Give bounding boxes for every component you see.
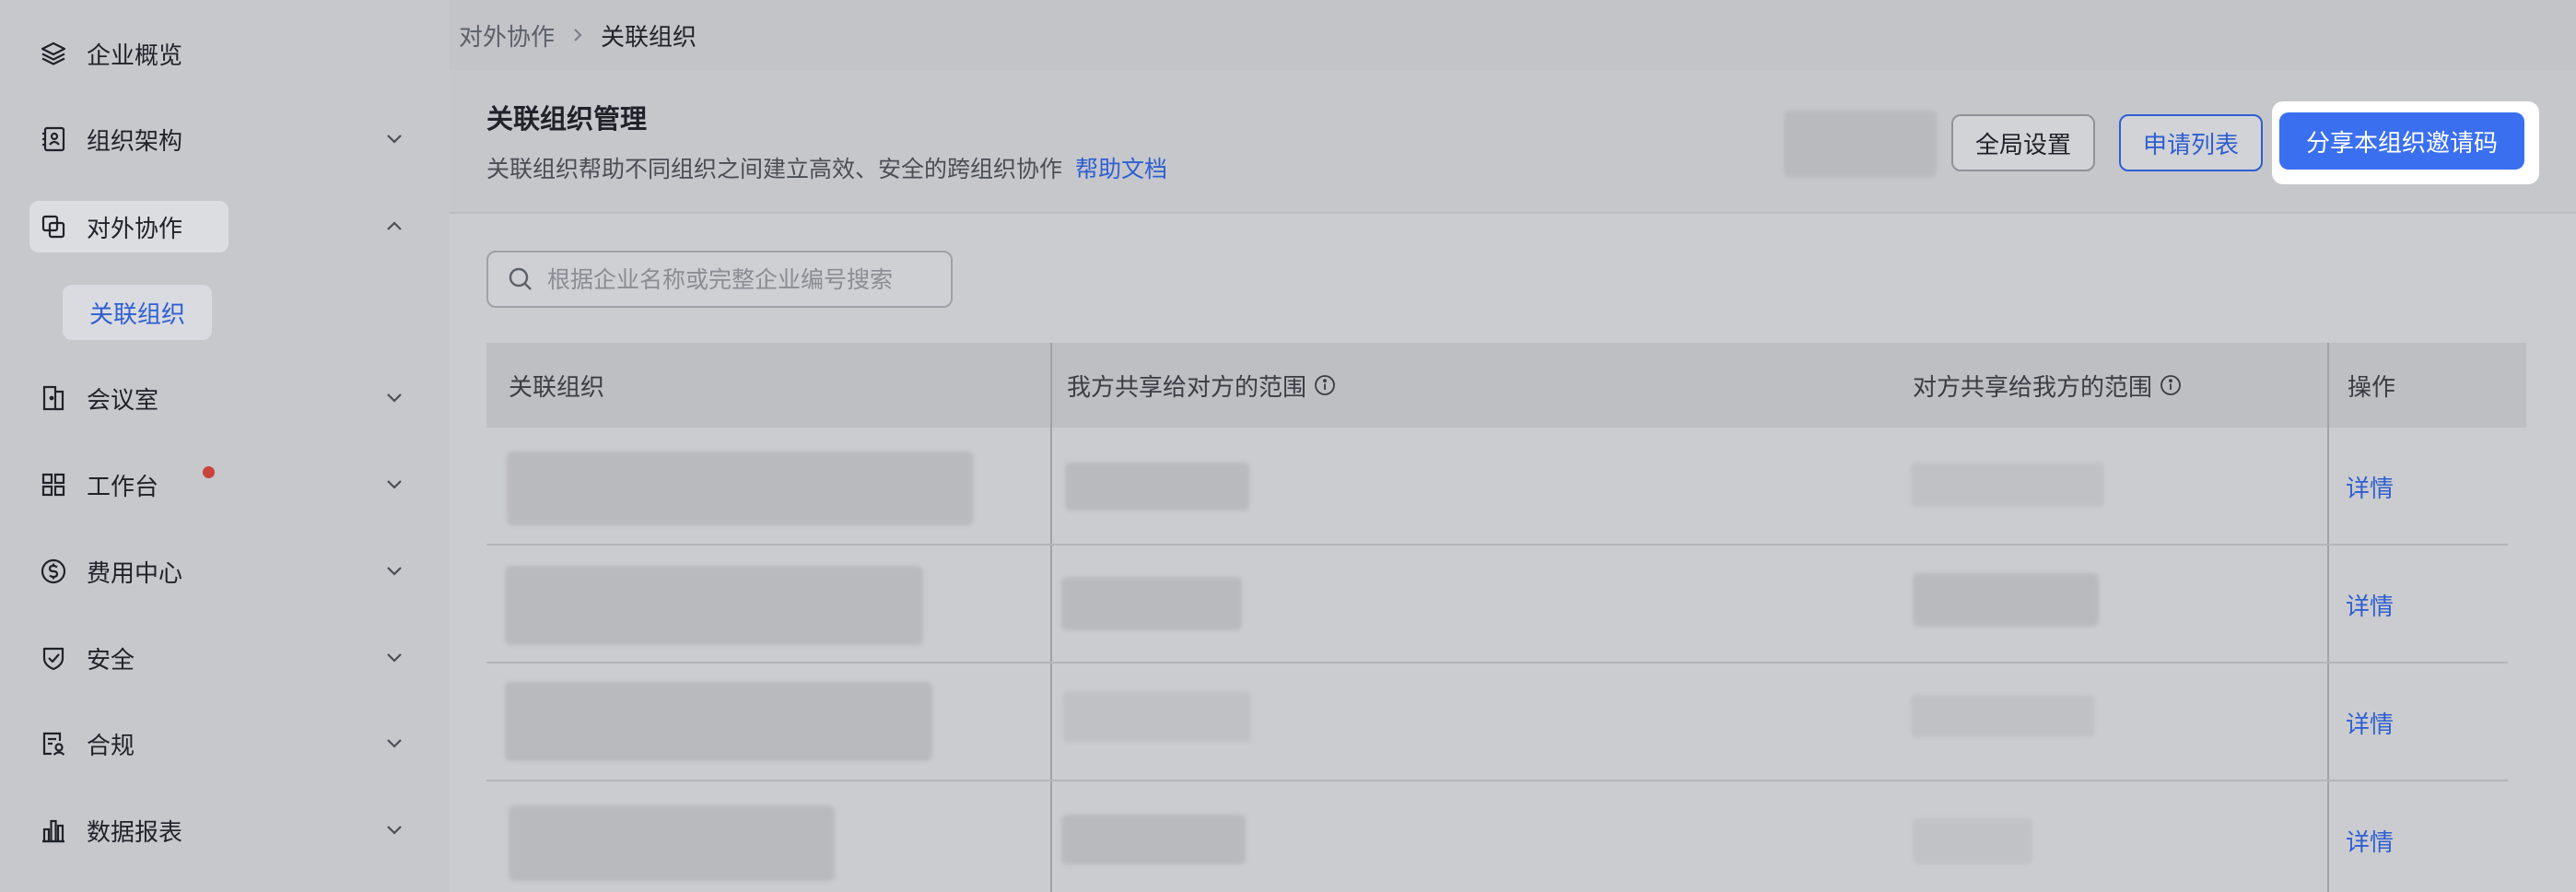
sidebar-subitem-label: 关联组织: [88, 300, 185, 329]
sidebar-item-label: 数据报表: [87, 818, 183, 847]
global-settings-button[interactable]: 全局设置: [1951, 114, 2095, 171]
detail-link[interactable]: 详情: [2346, 588, 2394, 622]
chevron-down-icon: [387, 480, 402, 489]
main-content: 关联组织管理 关联组织帮助不同组织之间建立高效、安全的跨组织协作 帮助文档 全局设…: [450, 70, 2576, 892]
search-icon: [509, 267, 532, 290]
redacted-org-name: [505, 566, 923, 645]
chevron-right-icon: [574, 29, 582, 41]
column-header-their-scope: 对方共享给我方的范围: [1913, 343, 2182, 428]
share-invite-highlight: 分享本组织邀请码: [2272, 101, 2539, 184]
redacted-org-name: [505, 682, 932, 761]
description-text: 关联组织帮助不同组织之间建立高效、安全的跨组织协作: [486, 156, 1063, 182]
redacted-scope: [1061, 577, 1242, 630]
sidebar-item-overview[interactable]: 企业概览: [29, 28, 426, 79]
sidebar-item-compliance[interactable]: 合规: [29, 718, 426, 769]
redacted-scope: [1913, 573, 2099, 627]
sidebar-item-data-reports[interactable]: 数据报表: [29, 804, 426, 856]
column-header-label: 我方共享给对方的范围: [1067, 373, 1307, 402]
apply-list-button[interactable]: 申请列表: [2119, 114, 2263, 171]
sidebar-item-label: 安全: [87, 646, 135, 675]
search-input[interactable]: [547, 265, 934, 293]
table-row: 详情: [486, 663, 2508, 781]
sidebar-item-org-structure[interactable]: 组织架构: [29, 113, 426, 165]
help-docs-link[interactable]: 帮助文档: [1075, 156, 1167, 182]
info-icon[interactable]: [1314, 374, 1336, 396]
layers-icon: [35, 35, 72, 72]
notification-dot: [203, 466, 215, 478]
bar-chart-icon: [35, 812, 72, 849]
chevron-down-icon: [387, 653, 402, 663]
page-header: 关联组织管理 关联组织帮助不同组织之间建立高效、安全的跨组织协作 帮助文档 全局设…: [450, 70, 2576, 214]
chevron-down-icon: [387, 739, 402, 748]
sidebar-item-billing[interactable]: 费用中心: [29, 546, 426, 597]
sidebar-item-security[interactable]: 安全: [29, 632, 426, 684]
sidebar-item-label: 费用中心: [87, 559, 183, 588]
grid-apps-icon: [35, 466, 72, 503]
sidebar-subitem-linked-orgs[interactable]: 关联组织: [63, 285, 212, 340]
table-row: 详情: [486, 781, 2508, 892]
breadcrumb-parent[interactable]: 对外协作: [459, 18, 555, 53]
column-header-our-scope: 我方共享给对方的范围: [1067, 343, 1336, 428]
detail-link[interactable]: 详情: [2346, 470, 2394, 504]
redacted-scope: [1911, 695, 2095, 737]
column-header-label: 关联组织: [509, 373, 605, 402]
sidebar-item-label: 会议室: [87, 386, 159, 415]
sidebar-item-workbench[interactable]: 工作台: [29, 459, 426, 511]
shield-check-icon: [35, 640, 72, 676]
breadcrumb-current: 关联组织: [601, 23, 697, 52]
table-header: 关联组织 我方共享给对方的范围 对方共享给我方的范围 操作: [486, 343, 2526, 428]
redacted-scope: [1913, 818, 2032, 864]
redacted-scope: [1061, 815, 1246, 864]
chevron-down-icon: [387, 826, 402, 835]
search-box[interactable]: [486, 251, 953, 308]
dollar-coin-icon: [35, 553, 72, 590]
collaboration-icon: [35, 208, 72, 245]
breadcrumb: 对外协作 关联组织: [450, 0, 2576, 70]
sidebar-item-external-collab[interactable]: 对外协作: [29, 201, 402, 252]
redacted-block: [1784, 111, 1937, 177]
redacted-scope: [1911, 463, 2104, 507]
sidebar-item-label: 合规: [87, 732, 135, 760]
column-header-actions: 操作: [2348, 343, 2395, 428]
detail-link[interactable]: 详情: [2346, 824, 2394, 858]
table-row: 详情: [486, 428, 2508, 546]
sidebar-item-label: 企业概览: [87, 41, 183, 70]
sidebar-item-label: 对外协作: [87, 215, 183, 243]
detail-link[interactable]: 详情: [2346, 706, 2394, 740]
redacted-org-name: [507, 452, 973, 525]
info-icon[interactable]: [2160, 374, 2182, 396]
sidebar-item-label: 组织架构: [87, 127, 183, 156]
chevron-down-icon: [387, 393, 402, 403]
meeting-room-icon: [35, 380, 72, 417]
page-description: 关联组织帮助不同组织之间建立高效、安全的跨组织协作 帮助文档: [486, 151, 1167, 184]
chevron-up-icon: [387, 221, 402, 230]
sidebar-item-meeting-room[interactable]: 会议室: [29, 372, 426, 424]
column-header-label: 对方共享给我方的范围: [1913, 373, 2153, 402]
redacted-org-name: [509, 805, 835, 881]
redacted-scope: [1063, 691, 1251, 743]
column-header-org: 关联组织: [509, 343, 604, 428]
sidebar-item-label: 工作台: [87, 473, 159, 501]
page-title: 关联组织管理: [486, 103, 648, 135]
table-row: 详情: [486, 546, 2508, 663]
sidebar: 企业概览 组织架构 对外协作 关联组织 会议室 工作台 费用中心 安全 合规 数…: [0, 0, 450, 892]
chevron-down-icon: [387, 567, 402, 576]
compliance-doc-icon: [35, 725, 72, 762]
share-invite-code-button[interactable]: 分享本组织邀请码: [2279, 112, 2524, 170]
column-header-label: 操作: [2348, 373, 2396, 402]
redacted-scope: [1065, 463, 1249, 511]
chevron-down-icon: [387, 135, 402, 144]
org-chart-icon: [35, 121, 72, 158]
